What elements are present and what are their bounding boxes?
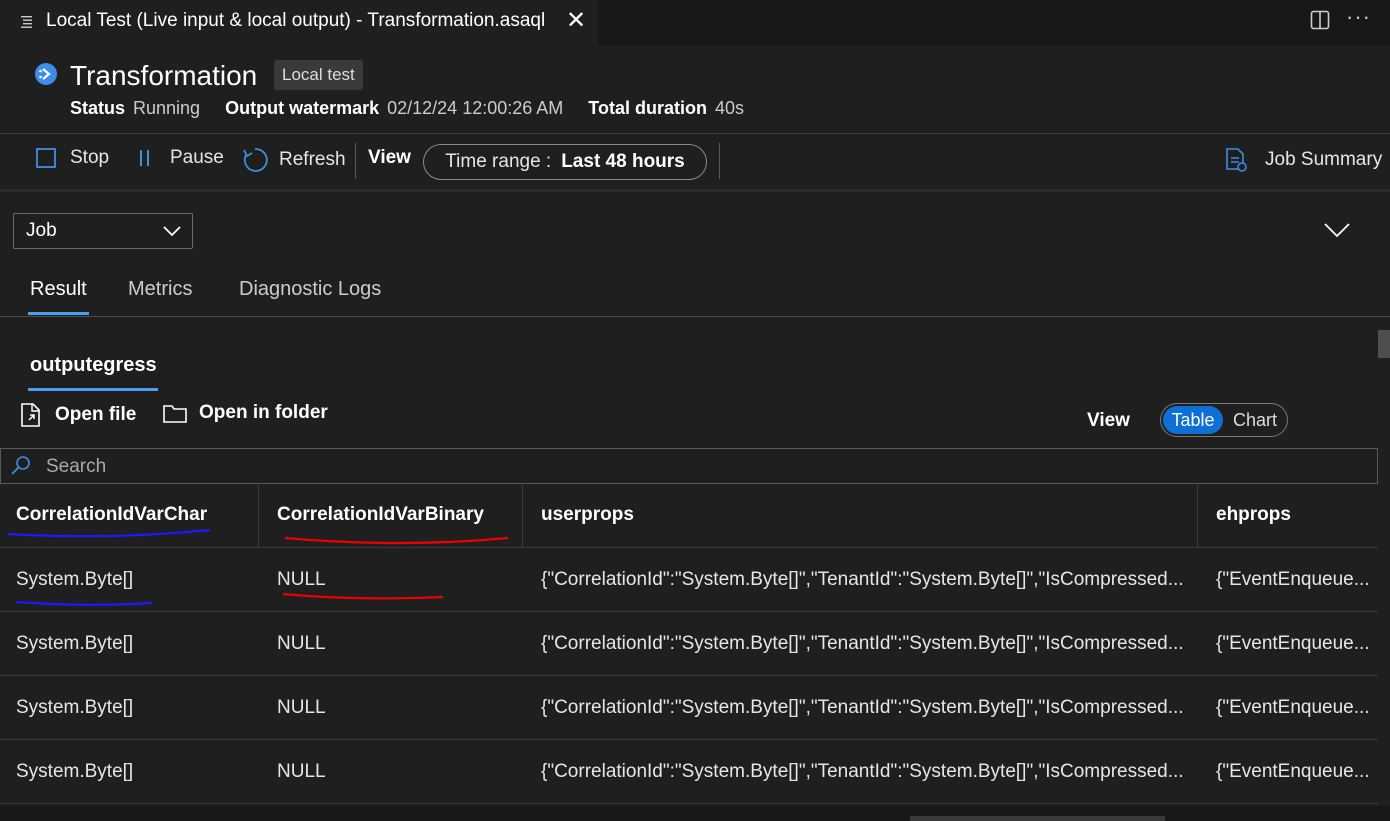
stop-icon (36, 148, 56, 168)
view-toggle-label: View (1087, 410, 1130, 431)
scope-dropdown[interactable]: Job (13, 213, 193, 249)
table-cell: {"CorrelationId":"System.Byte[]","Tenant… (541, 697, 1184, 718)
job-summary-button[interactable]: Job Summary (1223, 147, 1382, 173)
table-cell: System.Byte[] (16, 761, 134, 782)
document-summary-icon (1226, 148, 1247, 172)
active-output-indicator (28, 388, 158, 391)
open-in-folder-button[interactable]: Open in folder (162, 402, 328, 424)
table-cell: NULL (277, 633, 326, 654)
time-range-value: Last 48 hours (561, 151, 685, 172)
page-title: Transformation (70, 60, 258, 91)
tab-result[interactable]: Result (30, 278, 87, 301)
table-cell: {"EventEnqueue... (1216, 569, 1370, 590)
status-value: Running (133, 98, 201, 118)
pause-button[interactable]: Pause (138, 147, 224, 169)
table-cell: {"CorrelationId":"System.Byte[]","Tenant… (541, 633, 1184, 654)
local-test-badge: Local test (274, 60, 363, 90)
search-icon (11, 456, 30, 475)
row-divider (0, 675, 1378, 676)
close-icon[interactable]: ✕ (566, 7, 586, 35)
toolbar-divider (719, 143, 720, 179)
open-file-icon (21, 403, 40, 427)
time-range-button[interactable]: Time range : Last 48 hours (423, 144, 707, 180)
search-input[interactable] (44, 451, 1368, 483)
duration-value: 40s (714, 98, 744, 118)
more-actions-icon[interactable]: ··· (1346, 4, 1371, 30)
duration-label: Total duration (588, 98, 707, 118)
column-separator[interactable] (522, 483, 523, 547)
pause-icon (140, 150, 149, 166)
toolbar-divider (355, 143, 356, 179)
table-cell: {"EventEnqueue... (1216, 633, 1370, 654)
horizontal-scrollbar[interactable] (910, 816, 1165, 821)
editor-tab-title: Local Test (Live input & local output) -… (46, 10, 546, 31)
stream-job-icon (35, 63, 57, 85)
blue-underline-header (7, 528, 211, 538)
open-file-button[interactable]: Open file (19, 402, 136, 428)
table-cell: NULL (277, 761, 326, 782)
status-label: Status (70, 98, 126, 118)
scope-dropdown-value: Job (26, 220, 57, 241)
table-cell: System.Byte[] (16, 697, 134, 718)
blue-underline-cell (15, 600, 153, 606)
horizontal-scroll-track (0, 806, 1390, 821)
column-header[interactable]: CorrelationIdVarBinary (277, 504, 484, 526)
chevron-down-icon[interactable] (1322, 220, 1352, 240)
stop-button[interactable]: Stop (35, 147, 109, 169)
column-separator[interactable] (1197, 483, 1198, 547)
row-divider (0, 803, 1378, 804)
red-underline-header (284, 536, 509, 545)
column-header[interactable]: CorrelationIdVarChar (16, 504, 207, 526)
tab-output[interactable]: outputegress (30, 354, 157, 377)
refresh-button[interactable]: Refresh (242, 147, 346, 173)
tabs-divider (0, 316, 1390, 317)
red-underline-cell (282, 592, 444, 600)
view-label: View (368, 147, 411, 168)
tab-diagnostic-logs[interactable]: Diagnostic Logs (239, 278, 381, 301)
split-editor-icon[interactable] (1310, 10, 1330, 30)
column-header[interactable]: userprops (541, 504, 634, 526)
chevron-down-icon (163, 226, 181, 237)
tab-metrics[interactable]: Metrics (128, 278, 192, 301)
table-cell: System.Byte[] (16, 569, 134, 590)
watermark-label: Output watermark (225, 98, 380, 118)
column-separator[interactable] (258, 483, 259, 547)
table-cell: {"CorrelationId":"System.Byte[]","Tenant… (541, 761, 1184, 782)
column-header[interactable]: ehprops (1216, 504, 1291, 526)
active-tab-indicator (28, 312, 89, 315)
table-cell: NULL (277, 569, 326, 590)
table-cell: System.Byte[] (16, 633, 134, 654)
watermark-value: 02/12/24 12:00:26 AM (387, 98, 564, 118)
table-cell: {"CorrelationId":"System.Byte[]","Tenant… (541, 569, 1184, 590)
row-divider (0, 547, 1378, 548)
row-divider (0, 739, 1378, 740)
file-lines-icon (21, 16, 32, 28)
row-divider (0, 611, 1378, 612)
view-table-option[interactable]: Table (1163, 406, 1223, 434)
table-cell: {"EventEnqueue... (1216, 697, 1370, 718)
vertical-scrollbar[interactable] (1378, 330, 1390, 358)
refresh-icon (243, 148, 268, 172)
status-row: Status Running Output watermark 02/12/24 1… (70, 98, 744, 119)
editor-tab[interactable]: Local Test (Live input & local output) -… (0, 0, 598, 46)
time-range-label: Time range : (445, 151, 552, 172)
view-chart-option[interactable]: Chart (1228, 406, 1282, 434)
table-cell: {"EventEnqueue... (1216, 761, 1370, 782)
folder-icon (163, 405, 187, 423)
table-cell: NULL (277, 697, 326, 718)
